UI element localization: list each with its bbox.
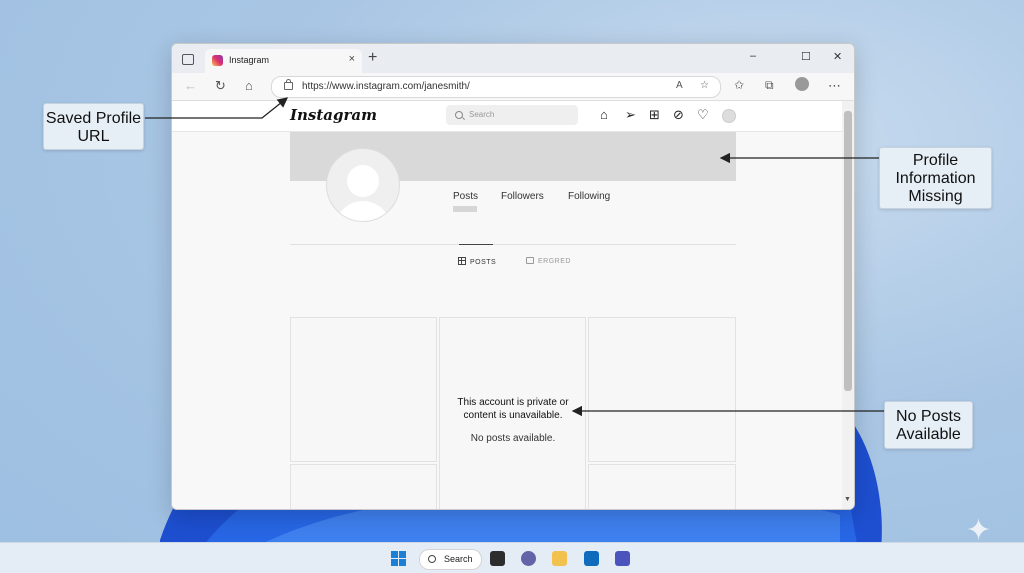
favorite-star-icon[interactable]: ☆ <box>700 80 709 91</box>
active-tab-indicator <box>459 244 493 245</box>
home-nav-icon[interactable]: ⌂ <box>600 107 608 122</box>
url-text[interactable]: https://www.instagram.com/janesmith/ <box>302 81 470 92</box>
posts-count-placeholder <box>453 206 477 212</box>
taskbar-search-label: Search <box>444 554 473 564</box>
maximize-button[interactable]: ☐ <box>801 50 811 63</box>
post-grid-cell <box>290 317 437 462</box>
tab-tagged[interactable]: ERGRED <box>526 257 571 265</box>
chat-icon[interactable] <box>521 551 536 566</box>
file-explorer-icon[interactable] <box>552 551 567 566</box>
direct-message-icon[interactable]: ➢ <box>625 107 636 123</box>
collections-icon[interactable]: ⧉ <box>765 78 774 93</box>
user-avatar-icon[interactable] <box>722 109 736 123</box>
tab-close-icon[interactable]: × <box>349 53 355 65</box>
private-account-message: This account is private or content is un… <box>457 397 569 421</box>
search-placeholder: Search <box>469 110 495 119</box>
tab-posts[interactable]: POSTS <box>458 257 496 266</box>
new-tab-button[interactable]: + <box>368 49 377 67</box>
search-icon <box>455 111 463 119</box>
lock-icon[interactable] <box>284 79 293 90</box>
task-view-icon[interactable] <box>490 551 505 566</box>
more-options-icon[interactable]: ⋯ <box>828 78 841 94</box>
tab-tagged-label: ERGRED <box>538 258 571 265</box>
close-window-button[interactable]: ✕ <box>833 50 842 63</box>
instagram-logo[interactable]: Instagram <box>290 106 377 124</box>
callout-no-posts-available: No Posts Available <box>884 401 973 449</box>
read-aloud-icon[interactable]: A <box>676 80 683 91</box>
address-bar[interactable]: https://www.instagram.com/janesmith/ A ☆ <box>271 76 721 98</box>
web-page: Instagram Search ⌂ ➢ ⊞ ⊘ ♡ Posts Followe… <box>172 101 842 509</box>
stat-followers[interactable]: Followers <box>501 191 544 202</box>
instagram-favicon-icon <box>212 55 223 66</box>
teams-icon[interactable] <box>615 551 630 566</box>
sparkle-watermark-icon: ✦ <box>966 514 992 547</box>
tab-posts-label: POSTS <box>470 259 497 266</box>
profile-tabs-divider <box>290 244 736 245</box>
tagged-icon <box>526 257 534 264</box>
search-icon <box>428 555 436 563</box>
taskbar-search[interactable]: Search <box>419 549 482 570</box>
minimize-button[interactable]: – <box>750 50 756 62</box>
taskbar: Search <box>0 542 1024 573</box>
mail-icon[interactable] <box>584 551 599 566</box>
stat-posts[interactable]: Posts <box>453 191 478 202</box>
profile-picture-placeholder <box>326 148 400 222</box>
start-menu-icon[interactable] <box>391 551 406 566</box>
post-grid-cell <box>588 464 736 509</box>
favorites-icon[interactable]: ✩ <box>734 78 744 92</box>
avatar-head-shape <box>347 165 379 197</box>
callout-profile-information-missing: Profile Information Missing <box>879 147 992 209</box>
activity-heart-icon[interactable]: ♡ <box>697 107 709 123</box>
refresh-icon[interactable]: ↻ <box>215 78 226 94</box>
scrollbar-thumb[interactable] <box>844 111 852 391</box>
search-input[interactable]: Search <box>446 105 578 125</box>
back-icon[interactable]: ← <box>184 78 197 93</box>
explore-icon[interactable]: ⊘ <box>673 107 684 123</box>
browser-window: Instagram × + – ☐ ✕ ← ↻ ⌂ https://www.in… <box>171 43 855 510</box>
callout-saved-profile-url: Saved Profile URL <box>43 103 144 150</box>
tab-title: Instagram <box>229 55 270 65</box>
home-icon[interactable]: ⌂ <box>245 78 253 93</box>
grid-icon <box>458 257 466 265</box>
no-posts-message: No posts available. <box>470 433 556 444</box>
browser-toolbar: ← ↻ ⌂ https://www.instagram.com/janesmit… <box>172 73 854 101</box>
profile-avatar-icon[interactable] <box>795 77 809 91</box>
tab-actions-icon[interactable] <box>182 54 194 65</box>
tab-bar: Instagram × + – ☐ ✕ <box>172 44 854 73</box>
instagram-header: Instagram Search ⌂ ➢ ⊞ ⊘ ♡ <box>172 101 842 132</box>
avatar-body-shape <box>335 201 391 221</box>
create-post-icon[interactable]: ⊞ <box>649 107 660 123</box>
post-grid-cell <box>290 464 437 509</box>
post-grid-cell <box>588 317 736 462</box>
stat-following[interactable]: Following <box>568 191 610 202</box>
scroll-down-arrow-icon[interactable]: ▼ <box>844 496 851 503</box>
tab-instagram[interactable]: Instagram × <box>205 49 362 73</box>
